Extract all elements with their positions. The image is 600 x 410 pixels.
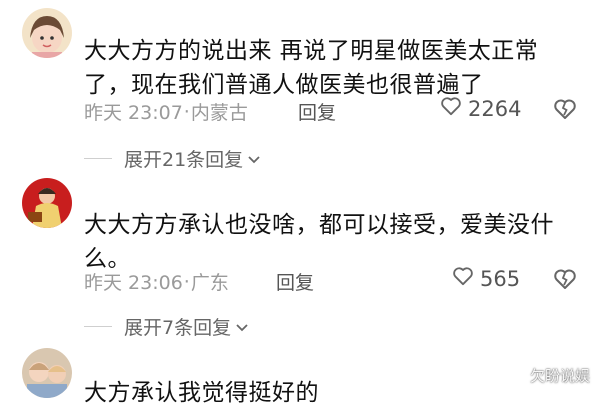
divider-line bbox=[84, 326, 112, 327]
comment-location: 内蒙古 bbox=[190, 102, 248, 124]
meta-separator: · bbox=[183, 270, 190, 293]
like-button[interactable]: 565 bbox=[452, 266, 520, 291]
like-button[interactable]: 2264 bbox=[440, 96, 521, 121]
watermark-text: 欠盼说娱 bbox=[529, 367, 590, 385]
like-count: 565 bbox=[480, 266, 521, 291]
logo-icon bbox=[510, 366, 526, 386]
comment-meta: 昨天 23:07 · 内蒙古 bbox=[84, 98, 248, 125]
comment-time: 昨天 23:07 bbox=[84, 102, 183, 124]
broken-heart-icon bbox=[553, 269, 577, 294]
expand-replies-button[interactable]: 展开7条回复 bbox=[84, 313, 249, 340]
reply-button[interactable]: 回复 bbox=[276, 268, 314, 295]
comment-location: 广东 bbox=[190, 272, 229, 294]
expand-replies-label: 展开7条回复 bbox=[124, 317, 232, 339]
comment-text: 大大方方的说出来 再说了明星做医美太正常了，现在我们普通人做医美也很普遍了 bbox=[84, 38, 539, 98]
chevron-down-icon bbox=[235, 316, 249, 338]
avatar[interactable] bbox=[22, 8, 72, 58]
comment-time: 昨天 23:06 bbox=[84, 272, 183, 294]
expand-replies-button[interactable]: 展开21条回复 bbox=[84, 145, 261, 172]
meta-separator: · bbox=[183, 100, 190, 123]
expand-replies-label: 展开21条回复 bbox=[124, 149, 244, 171]
heart-outline-icon bbox=[452, 266, 474, 291]
like-count: 2264 bbox=[468, 96, 522, 121]
divider-line bbox=[84, 158, 112, 159]
comment-meta: 昨天 23:06 · 广东 bbox=[84, 268, 229, 295]
avatar[interactable] bbox=[22, 178, 72, 228]
watermark: 欠盼说娱 bbox=[510, 365, 590, 386]
avatar[interactable] bbox=[22, 348, 72, 398]
chevron-down-icon bbox=[247, 148, 261, 170]
dislike-button[interactable] bbox=[553, 268, 577, 294]
dislike-button[interactable] bbox=[553, 98, 577, 124]
heart-outline-icon bbox=[440, 96, 462, 121]
broken-heart-icon bbox=[553, 99, 577, 124]
reply-button[interactable]: 回复 bbox=[298, 98, 336, 125]
